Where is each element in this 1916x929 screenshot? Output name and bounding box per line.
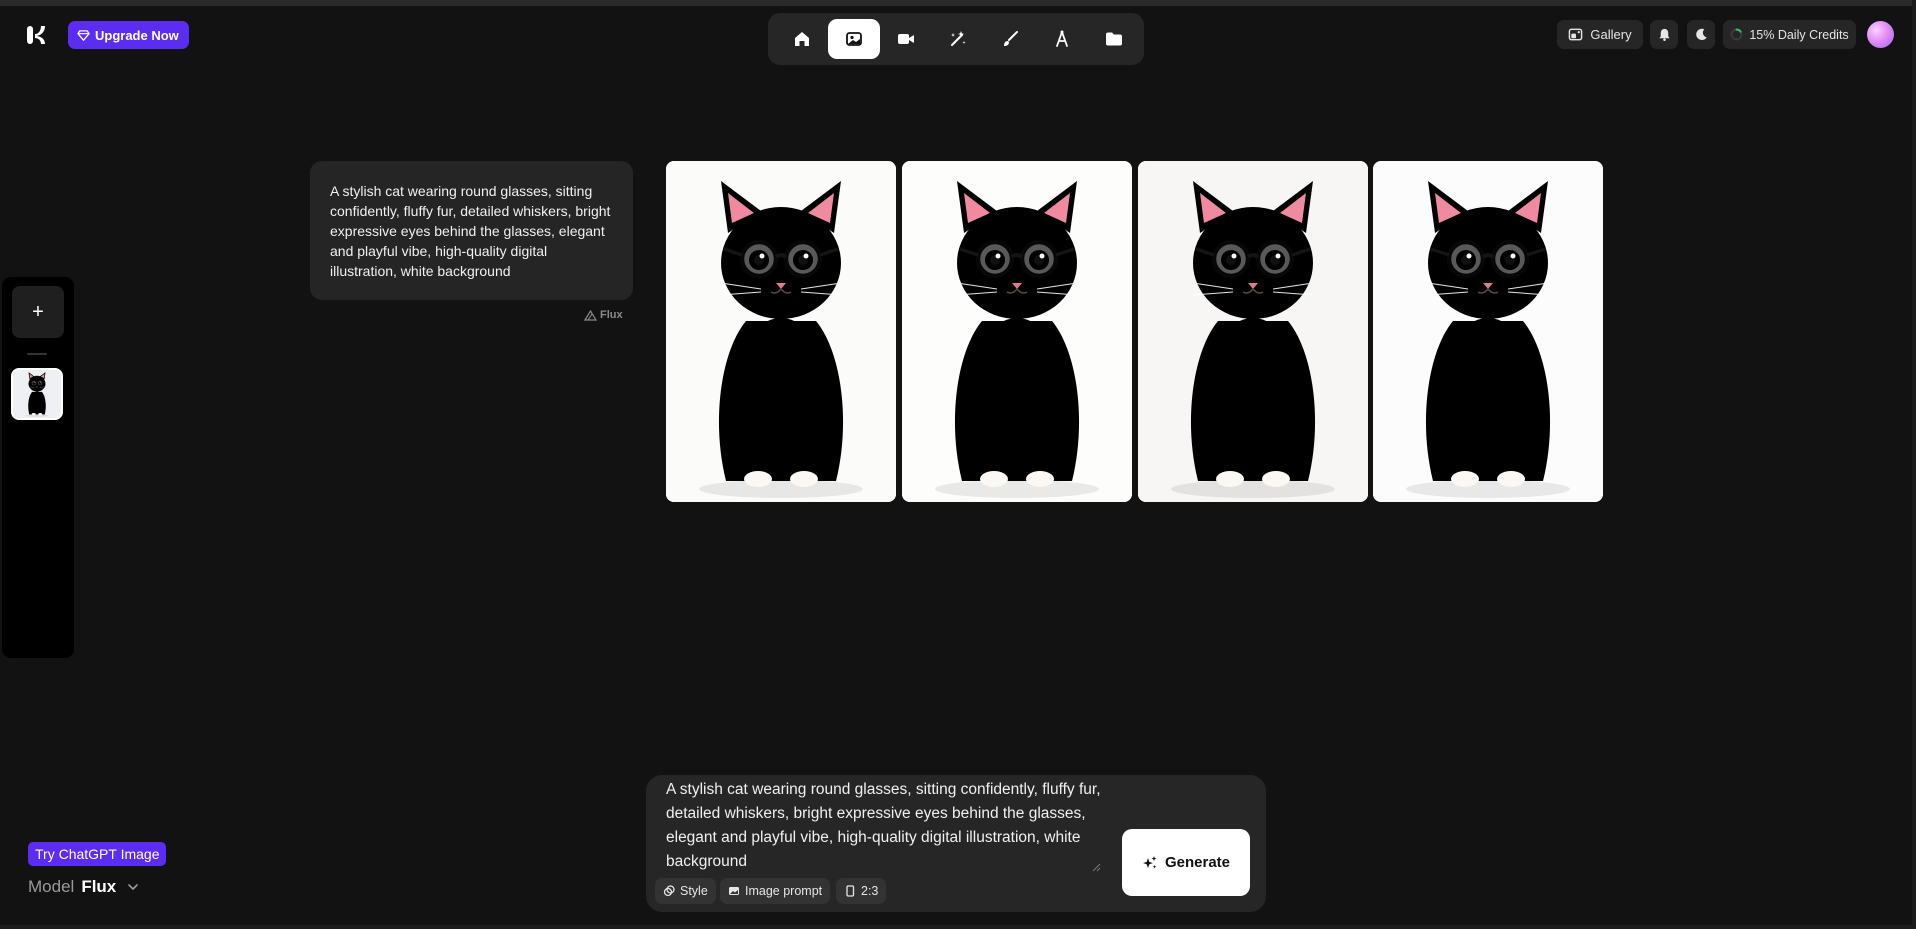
orange-tabby-cat-image <box>902 161 1132 502</box>
credits-progress-icon <box>1730 28 1743 41</box>
theme-toggle-button[interactable] <box>1687 20 1715 49</box>
image-prompt-label: Image prompt <box>745 884 823 898</box>
model-label: Model <box>28 877 75 896</box>
window-top-strip <box>0 0 1916 6</box>
history-divider <box>27 353 47 355</box>
nav-edit-button[interactable] <box>984 19 1036 59</box>
upgrade-now-label: Upgrade Now <box>95 27 179 43</box>
window-frame-right <box>1912 0 1916 929</box>
generate-label: Generate <box>1164 854 1231 871</box>
style-label: Style <box>680 884 708 898</box>
daily-credits-label: 15% Daily Credits <box>1749 27 1849 42</box>
folder-icon <box>1106 32 1122 46</box>
tool-nav-bar <box>768 13 1144 65</box>
image-icon <box>846 32 862 46</box>
generate-button[interactable]: Generate <box>1122 829 1250 896</box>
style-button[interactable]: Style <box>655 878 716 904</box>
chevron-down-icon <box>128 884 139 890</box>
font-icon <box>1056 30 1068 47</box>
style-icon <box>663 885 675 897</box>
brown-cat-image <box>1138 161 1368 502</box>
prompt-input-value: A stylish cat wearing round glasses, sit… <box>666 781 1101 870</box>
daily-credits-button[interactable]: 15% Daily Credits <box>1723 20 1856 49</box>
prompt-message-text: A stylish cat wearing round glasses, sit… <box>330 183 611 279</box>
nav-home-button[interactable] <box>776 19 828 59</box>
nav-enhance-button[interactable] <box>932 19 984 59</box>
nav-assets-button[interactable] <box>1088 19 1140 59</box>
gallery-icon <box>1569 28 1583 41</box>
cat-thumbnail-image <box>19 370 55 418</box>
magic-wand-icon <box>951 31 966 46</box>
flux-logo-icon <box>584 309 597 321</box>
plus-icon: + <box>32 300 44 323</box>
krea-logo-icon <box>27 26 45 44</box>
aspect-ratio-button[interactable]: 2:3 <box>836 878 887 904</box>
user-avatar[interactable] <box>1867 21 1894 48</box>
brush-icon <box>1004 31 1018 46</box>
gallery-label: Gallery <box>1590 27 1632 42</box>
model-tag-label: Flux <box>600 309 623 321</box>
window-frame-bottom <box>0 925 1916 929</box>
model-value: Flux <box>81 877 117 896</box>
gray-tabby-cat-image <box>1373 161 1603 502</box>
notifications-button[interactable] <box>1650 20 1678 49</box>
generated-image-1[interactable] <box>666 161 896 502</box>
new-generation-button[interactable]: + <box>12 286 64 338</box>
gallery-button[interactable]: Gallery <box>1557 20 1643 49</box>
nav-image-button[interactable] <box>828 19 880 59</box>
bell-icon <box>1658 28 1670 41</box>
prompt-input[interactable]: A stylish cat wearing round glasses, sit… <box>666 778 1102 872</box>
resize-grip-icon[interactable] <box>1091 862 1101 872</box>
image-prompt-icon <box>729 887 739 895</box>
prompt-message-card: A stylish cat wearing round glasses, sit… <box>310 161 633 300</box>
sparkles-icon <box>1142 855 1157 869</box>
home-icon <box>795 32 809 46</box>
nav-train-button[interactable] <box>1036 19 1088 59</box>
generated-image-3[interactable] <box>1138 161 1368 502</box>
image-prompt-button[interactable]: Image prompt <box>720 878 831 904</box>
app-logo[interactable] <box>25 24 47 46</box>
try-chatgpt-image-label: Try ChatGPT Image <box>35 846 160 862</box>
nav-video-button[interactable] <box>880 19 932 59</box>
model-tag: Flux <box>584 309 623 321</box>
upgrade-now-button[interactable]: Upgrade Now <box>68 21 189 49</box>
history-thumbnail[interactable] <box>11 368 63 420</box>
model-selector[interactable]: Model Flux <box>28 877 140 897</box>
generated-image-4[interactable] <box>1373 161 1603 502</box>
portrait-ratio-icon <box>846 885 855 897</box>
moon-icon <box>1695 28 1707 41</box>
try-chatgpt-image-button[interactable]: Try ChatGPT Image <box>28 842 167 866</box>
diamond-icon <box>77 29 90 41</box>
cream-tabby-cat-image <box>666 161 896 502</box>
video-camera-icon <box>898 34 914 44</box>
aspect-ratio-label: 2:3 <box>861 884 879 898</box>
generated-image-2[interactable] <box>902 161 1132 502</box>
